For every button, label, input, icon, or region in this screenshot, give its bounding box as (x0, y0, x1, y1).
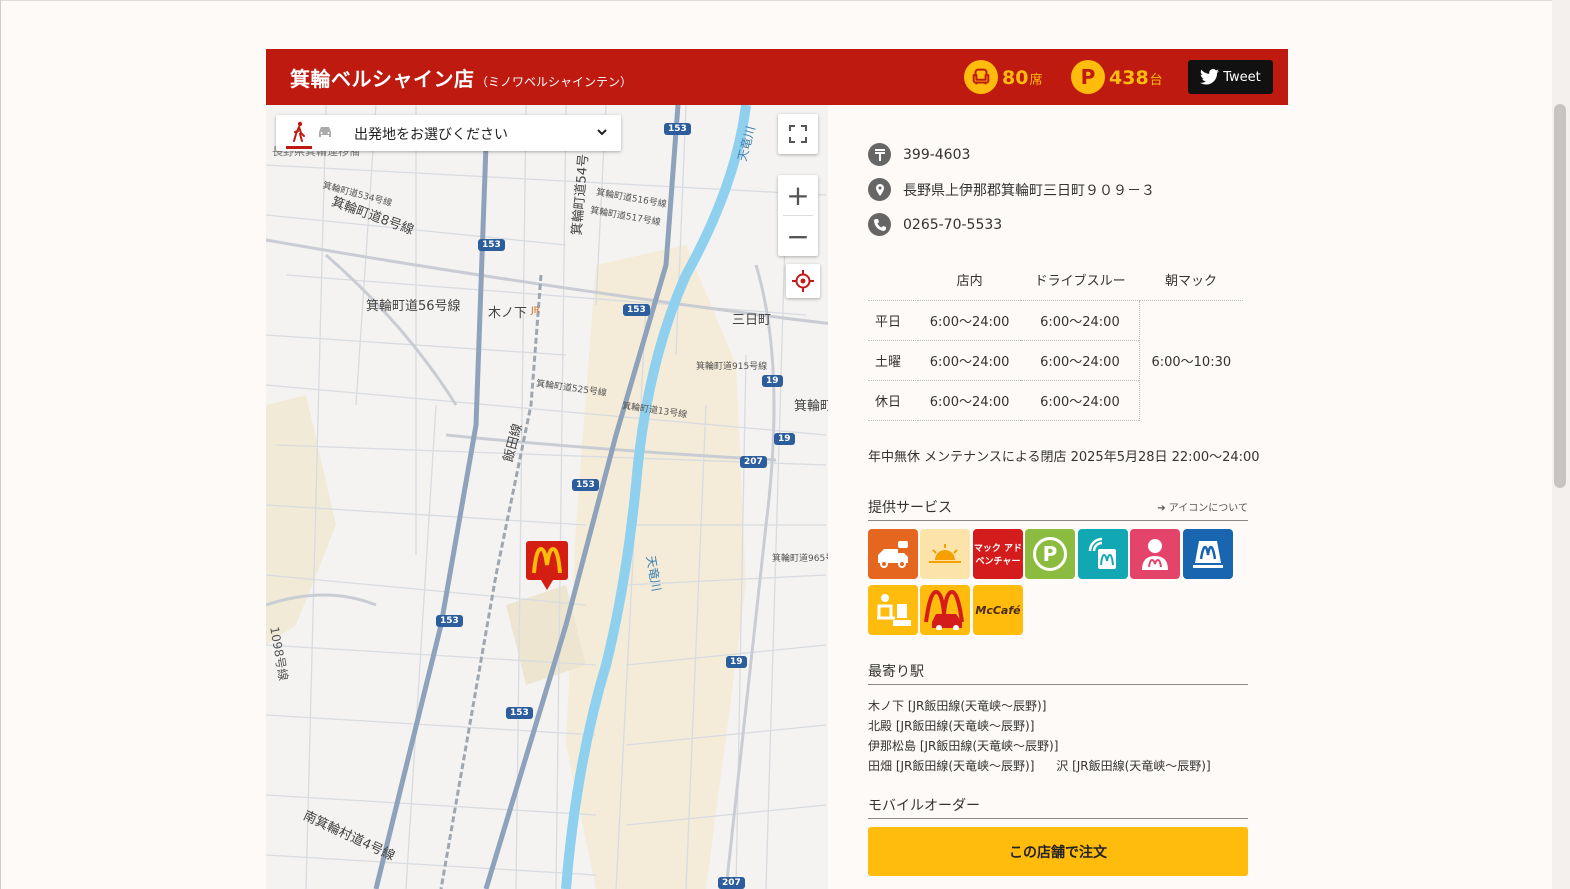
crew-service-icon[interactable] (1130, 529, 1180, 579)
store-notice: 年中無休 メンテナンスによる閉店 2025年5月28日 22:00～24:00 (868, 450, 1260, 465)
crosshair-icon (792, 270, 814, 292)
route-shield-19: 19 (774, 433, 795, 445)
route-shield-153: 153 (506, 707, 533, 719)
zoom-out-button[interactable]: − (778, 216, 818, 256)
route-shield-153: 153 (664, 123, 691, 135)
window-top-border (0, 0, 1570, 1)
hours-row-weekday: 平日 6:00～24:00 6:00～24:00 6:00～10:30 (868, 299, 1243, 420)
car-mode-icon[interactable] (316, 123, 334, 141)
drive-thru-service-icon[interactable] (920, 585, 970, 635)
phone-row: 0265-70-5533 (868, 213, 1002, 236)
zoom-in-button[interactable]: + (778, 175, 818, 215)
hours-header-blank (868, 260, 918, 300)
tweet-label: Tweet (1223, 69, 1261, 85)
hours-day: 休日 (868, 379, 918, 421)
station-item: 伊那松島 [JR飯田線(天竜峡～辰野)] (868, 739, 1059, 753)
station-item: 沢 [JR飯田線(天竜峡～辰野)] (1056, 759, 1211, 773)
scrollbar-thumb[interactable] (1554, 104, 1566, 488)
current-location-button[interactable] (786, 264, 820, 298)
map-label-road56: 箕輪町道56号線 (366, 299, 461, 314)
stations-title: 最寄り駅 (868, 661, 1248, 685)
parking-service-icon[interactable]: P (1025, 529, 1075, 579)
fullscreen-button[interactable] (778, 114, 818, 154)
location-pin-icon (868, 178, 891, 201)
postal-code: 399-4603 (903, 146, 971, 163)
mccafe-service-icon[interactable]: McCafé (973, 585, 1023, 635)
hours-header-store: 店内 (956, 274, 983, 290)
tweet-button[interactable]: Tweet (1188, 60, 1273, 94)
phone-number: 0265-70-5533 (903, 216, 1003, 233)
hours-morning: 6:00～10:30 (1138, 299, 1243, 420)
business-hours-table: 店内 ドライブスルー 朝マック 平日 6:00～24:00 6:00～24:00… (868, 260, 1243, 421)
store-header: 箕輪ベルシャイン店 （ミノワベルシャインテン） 80席 P 438台 Tweet (266, 49, 1288, 105)
hours-store: 6:00～24:00 (918, 299, 1022, 340)
store-kana: （ミノワベルシャインテン） (476, 75, 633, 89)
hours-drive: 6:00～24:00 (1021, 299, 1140, 340)
station-item: 北殿 [JR飯田線(天竜峡～辰野)] (868, 719, 1035, 733)
route-shield-19: 19 (762, 375, 783, 387)
morning-service-icon[interactable] (920, 529, 970, 579)
hours-header-row: 店内 ドライブスルー 朝マック (868, 260, 1243, 300)
route-shield-19: 19 (726, 656, 747, 668)
phone-icon (868, 213, 891, 236)
route-shield-207: 207 (718, 877, 745, 889)
walk-mode-underline (286, 146, 312, 149)
station-item: 田畑 [JR飯田線(天竜峡～辰野)] (868, 759, 1035, 773)
twitter-bird-icon (1200, 69, 1220, 85)
hours-drive: 6:00～24:00 (1021, 379, 1140, 421)
window-left-border (0, 0, 1, 889)
route-shield-153: 153 (478, 239, 505, 251)
mobile-order-title: モバイルオーダー (868, 795, 1248, 819)
mac-adventure-icon[interactable]: マック アドベンチャー (973, 529, 1023, 579)
fullscreen-icon (789, 125, 807, 143)
origin-selector[interactable]: 出発地をお選びください (276, 115, 621, 151)
map-label-road965: 箕輪町道965号線 (772, 554, 828, 564)
station-item: 木ノ下 [JR飯田線(天竜峡～辰野)] (868, 699, 1047, 713)
icon-about-link[interactable]: ➔ アイコンについて (1157, 499, 1248, 514)
postal-mark-icon (868, 143, 891, 166)
route-shield-153: 153 (436, 615, 463, 627)
hours-day: 土曜 (868, 339, 918, 380)
wifi-service-icon[interactable] (1078, 529, 1128, 579)
map-label-road915: 箕輪町道915号線 (696, 362, 768, 372)
origin-placeholder: 出発地をお選びください (354, 127, 508, 143)
store-name: 箕輪ベルシャイン店 (290, 67, 475, 91)
mobile-order-service-icon[interactable] (1183, 529, 1233, 579)
order-at-this-store-button[interactable]: この店舗で注文 (868, 827, 1248, 876)
zoom-controls: + − (778, 175, 818, 256)
map-label-mikkamachi: 三日町 (732, 313, 772, 328)
delivery-service-icon[interactable] (868, 529, 918, 579)
table-delivery-service-icon[interactable] (868, 585, 918, 635)
map-label-minowa: 箕輪町 (794, 399, 828, 414)
map-label-kinoshita-station: 木ノ下 (488, 306, 528, 321)
parking-icon: P (1071, 60, 1105, 94)
postal-row: 399-4603 (868, 143, 970, 166)
route-shield-207: 207 (740, 456, 767, 468)
address-row: 長野県上伊那郡箕輪町三日町９０９－３ (868, 178, 1155, 201)
services-title: 提供サービス ➔ アイコンについて (868, 497, 1248, 521)
hours-header-morning: 朝マック (1165, 274, 1218, 290)
parking-count: 438台 (1109, 67, 1163, 89)
hours-header-drive: ドライブスルー (1034, 274, 1126, 290)
station-row: 田畑 [JR飯田線(天竜峡～辰野)] 沢 [JR飯田線(天竜峡～辰野)] (868, 756, 1211, 776)
hours-store: 6:00～24:00 (918, 339, 1022, 380)
nearest-stations-list: 木ノ下 [JR飯田線(天竜峡～辰野)] 北殿 [JR飯田線(天竜峡～辰野)] 伊… (868, 696, 1211, 776)
jr-mark: JR (531, 306, 540, 316)
seat-icon (964, 60, 998, 94)
hours-drive: 6:00～24:00 (1021, 339, 1140, 380)
address: 長野県上伊那郡箕輪町三日町９０９－３ (903, 182, 1155, 199)
walk-mode-icon[interactable] (290, 121, 308, 143)
route-shield-153: 153 (623, 304, 650, 316)
seat-count: 80席 (1002, 67, 1043, 89)
map-base (266, 105, 828, 889)
route-shield-153: 153 (572, 479, 599, 491)
store-map[interactable]: 箕輪町道8号線 箕輪町道54号 箕輪町道56号線 木ノ下 JR 三日町 飯田線 … (266, 105, 828, 889)
mcdonalds-pin-icon[interactable] (526, 541, 568, 593)
hours-day: 平日 (868, 299, 918, 340)
chevron-down-icon (597, 129, 607, 136)
hours-store: 6:00～24:00 (918, 379, 1022, 421)
